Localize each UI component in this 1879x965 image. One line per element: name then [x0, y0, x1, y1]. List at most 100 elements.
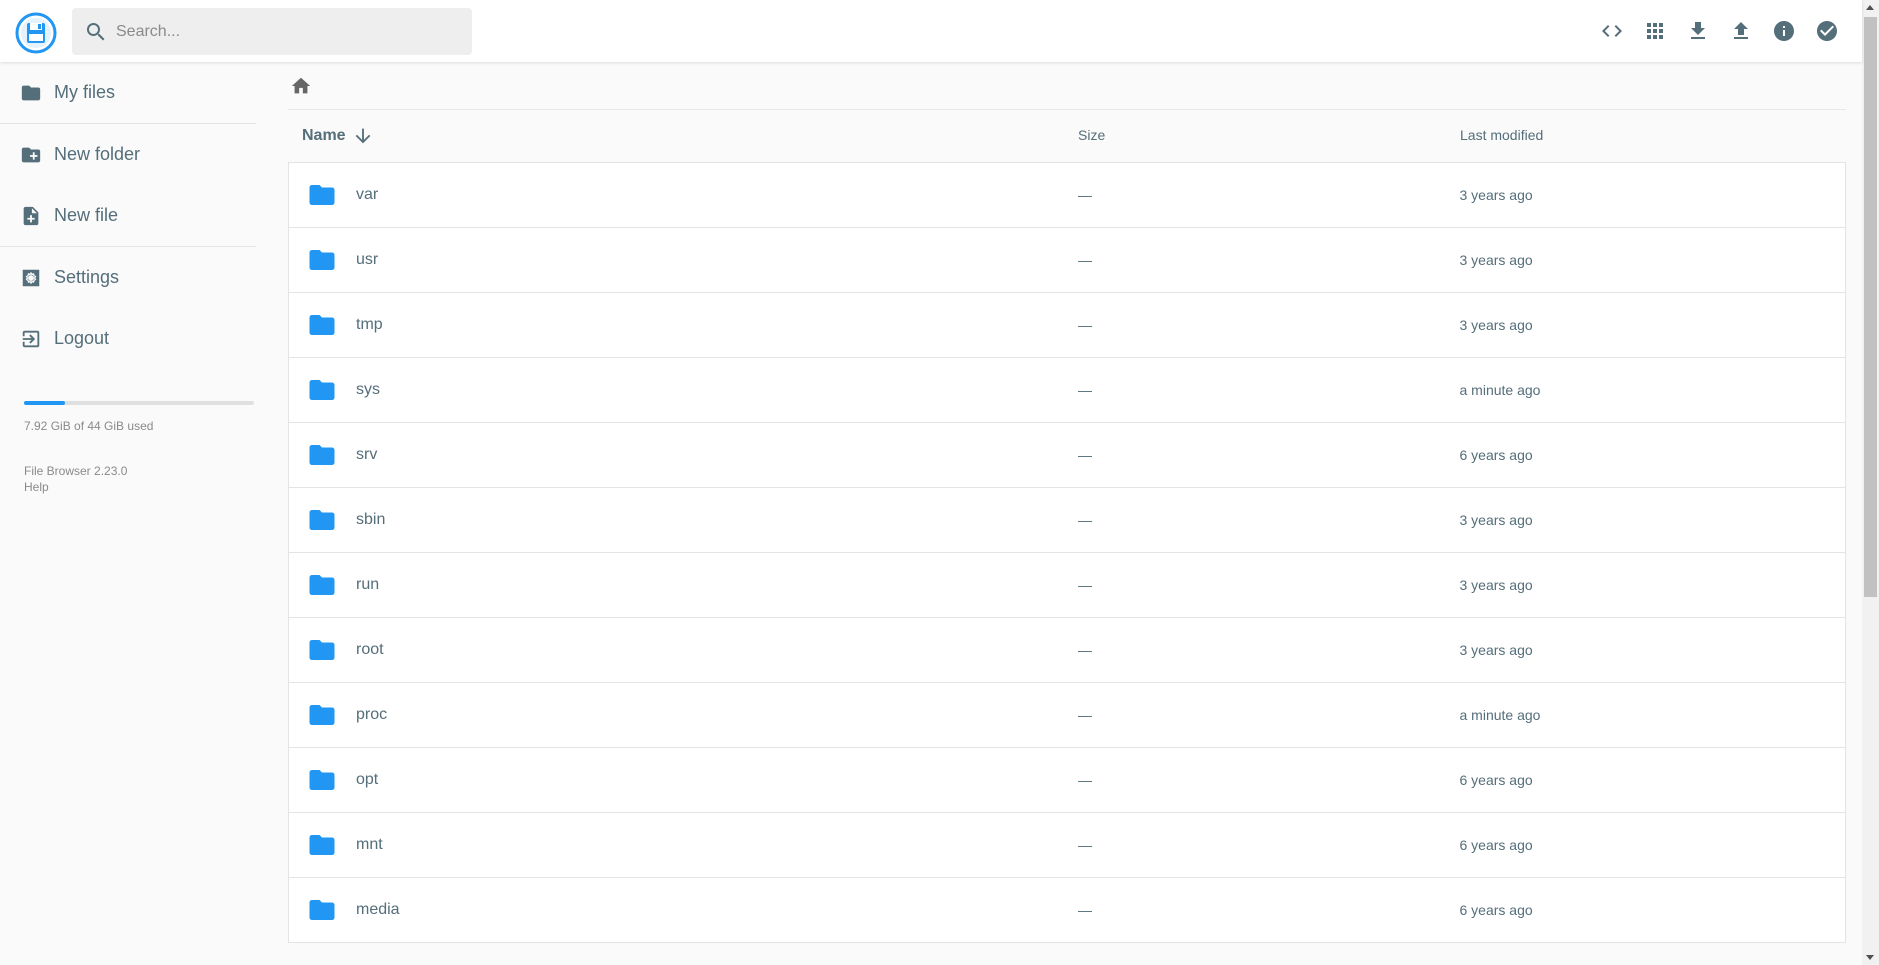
settings-icon	[22, 269, 40, 286]
row-name-cell: opt	[289, 765, 1075, 795]
row-name-cell: srv	[289, 440, 1075, 470]
scrollbar[interactable]	[1862, 0, 1879, 965]
table-row[interactable]: sbin — 3 years ago	[289, 488, 1845, 553]
file-modified: 3 years ago	[1459, 252, 1533, 268]
row-name-cell: proc	[289, 700, 1075, 730]
table-row[interactable]: media — 6 years ago	[289, 878, 1845, 943]
quota-progress-bar	[24, 401, 254, 405]
version-link[interactable]: File Browser 2.23.0	[24, 463, 256, 479]
header-actions	[1597, 13, 1842, 49]
folder-icon	[309, 380, 335, 400]
folder-icon	[309, 315, 335, 335]
file-modified: 3 years ago	[1459, 317, 1533, 333]
quota-progress-fill	[24, 401, 66, 405]
file-name: root	[356, 641, 384, 658]
file-size: —	[1077, 252, 1092, 268]
sidebar-item-my-files[interactable]: My files	[0, 62, 256, 123]
column-header-size: Size	[1078, 127, 1106, 143]
download-icon[interactable]	[1683, 16, 1713, 46]
file-size: —	[1077, 447, 1092, 463]
column-header-name: Name	[302, 127, 346, 144]
logout-icon	[22, 330, 40, 347]
new-folder-icon	[21, 147, 41, 162]
search-input[interactable]	[116, 22, 456, 41]
sidebar-item-label: New file	[54, 205, 119, 225]
app-logo-icon[interactable]	[15, 12, 57, 54]
sidebar-item-new-file[interactable]: New file	[0, 185, 256, 246]
folder-icon	[309, 900, 335, 920]
file-modified: 3 years ago	[1459, 642, 1533, 658]
column-header-modified: Last modified	[1460, 127, 1544, 143]
grid-view-icon[interactable]	[1640, 16, 1670, 46]
sort-by-modified[interactable]: Last modified	[1446, 127, 1846, 145]
top-bar	[0, 0, 1862, 62]
info-icon[interactable]	[1769, 16, 1799, 46]
file-name: srv	[356, 446, 378, 463]
file-modified: 6 years ago	[1459, 447, 1533, 463]
file-size: —	[1077, 642, 1092, 658]
table-row[interactable]: var — 3 years ago	[289, 163, 1845, 228]
file-name: var	[356, 186, 379, 203]
folder-icon	[309, 705, 335, 725]
arrow-down-icon	[355, 128, 370, 144]
code-icon[interactable]	[1597, 16, 1627, 46]
table-row[interactable]: run — 3 years ago	[289, 553, 1845, 618]
table-row[interactable]: root — 3 years ago	[289, 618, 1845, 683]
storage-quota: 7.92 GiB of 44 GiB used	[24, 401, 254, 433]
folder-icon	[309, 510, 335, 530]
table-row[interactable]: opt — 6 years ago	[289, 748, 1845, 813]
sidebar-item-label: New folder	[54, 144, 141, 164]
file-modified: 3 years ago	[1459, 577, 1533, 593]
file-name: media	[356, 901, 400, 918]
file-name: proc	[356, 706, 388, 723]
table-row[interactable]: sys — a minute ago	[289, 358, 1845, 423]
file-size: —	[1077, 837, 1092, 853]
file-size: —	[1077, 187, 1092, 203]
file-size: —	[1077, 707, 1092, 723]
folder-icon	[309, 250, 335, 270]
folder-icon	[309, 770, 335, 790]
sidebar: My files New folder New file Settings Lo…	[0, 62, 256, 965]
table-row[interactable]: mnt — 6 years ago	[289, 813, 1845, 878]
file-name: tmp	[356, 316, 383, 333]
folder-icon	[309, 575, 335, 595]
file-modified: 6 years ago	[1459, 772, 1533, 788]
file-name: sbin	[356, 511, 386, 528]
file-modified: 6 years ago	[1459, 902, 1533, 918]
quota-text: 7.92 GiB of 44 GiB used	[24, 419, 154, 433]
file-size: —	[1077, 772, 1092, 788]
file-size: —	[1077, 902, 1092, 918]
file-modified: 6 years ago	[1459, 837, 1533, 853]
table-row[interactable]: srv — 6 years ago	[289, 423, 1845, 488]
help-link[interactable]: Help	[24, 479, 256, 495]
file-listing: Name Size Last modified var —3 years ago u…	[288, 62, 1846, 943]
folder-icon	[309, 640, 335, 660]
file-list: var — 3 years ago usr — 3 years ago tmp — 3 year…	[288, 162, 1846, 943]
table-row[interactable]: tmp — 3 years ago	[289, 293, 1845, 358]
sort-by-name[interactable]: Name	[288, 125, 1075, 147]
file-size: —	[1077, 577, 1092, 593]
sidebar-item-settings[interactable]: Settings	[0, 247, 256, 308]
scroll-down-arrow-icon[interactable]	[1866, 955, 1874, 960]
scrollbar-thumb[interactable]	[1864, 17, 1877, 597]
folder-icon	[21, 85, 41, 100]
search-box[interactable]	[72, 8, 472, 55]
row-name-cell: var	[289, 180, 1075, 210]
sidebar-item-new-folder[interactable]: New folder	[0, 124, 256, 185]
upload-icon[interactable]	[1726, 16, 1756, 46]
file-size: —	[1077, 512, 1092, 528]
sidebar-item-label: My files	[54, 82, 116, 102]
sort-by-size[interactable]: Size	[1075, 127, 1446, 145]
list-header: Name Size Last modified	[288, 110, 1846, 162]
home-icon[interactable]	[290, 75, 312, 97]
table-row[interactable]: usr — 3 years ago	[289, 228, 1845, 293]
file-modified: 3 years ago	[1459, 512, 1533, 528]
sidebar-item-logout[interactable]: Logout	[0, 308, 256, 369]
file-name: sys	[356, 381, 380, 398]
check-circle-icon[interactable]	[1812, 16, 1842, 46]
file-name: run	[356, 576, 380, 593]
scroll-up-arrow-icon[interactable]	[1866, 5, 1874, 10]
row-name-cell: media	[289, 895, 1075, 925]
table-row[interactable]: proc — a minute ago	[289, 683, 1845, 748]
row-name-cell: tmp	[289, 310, 1075, 340]
